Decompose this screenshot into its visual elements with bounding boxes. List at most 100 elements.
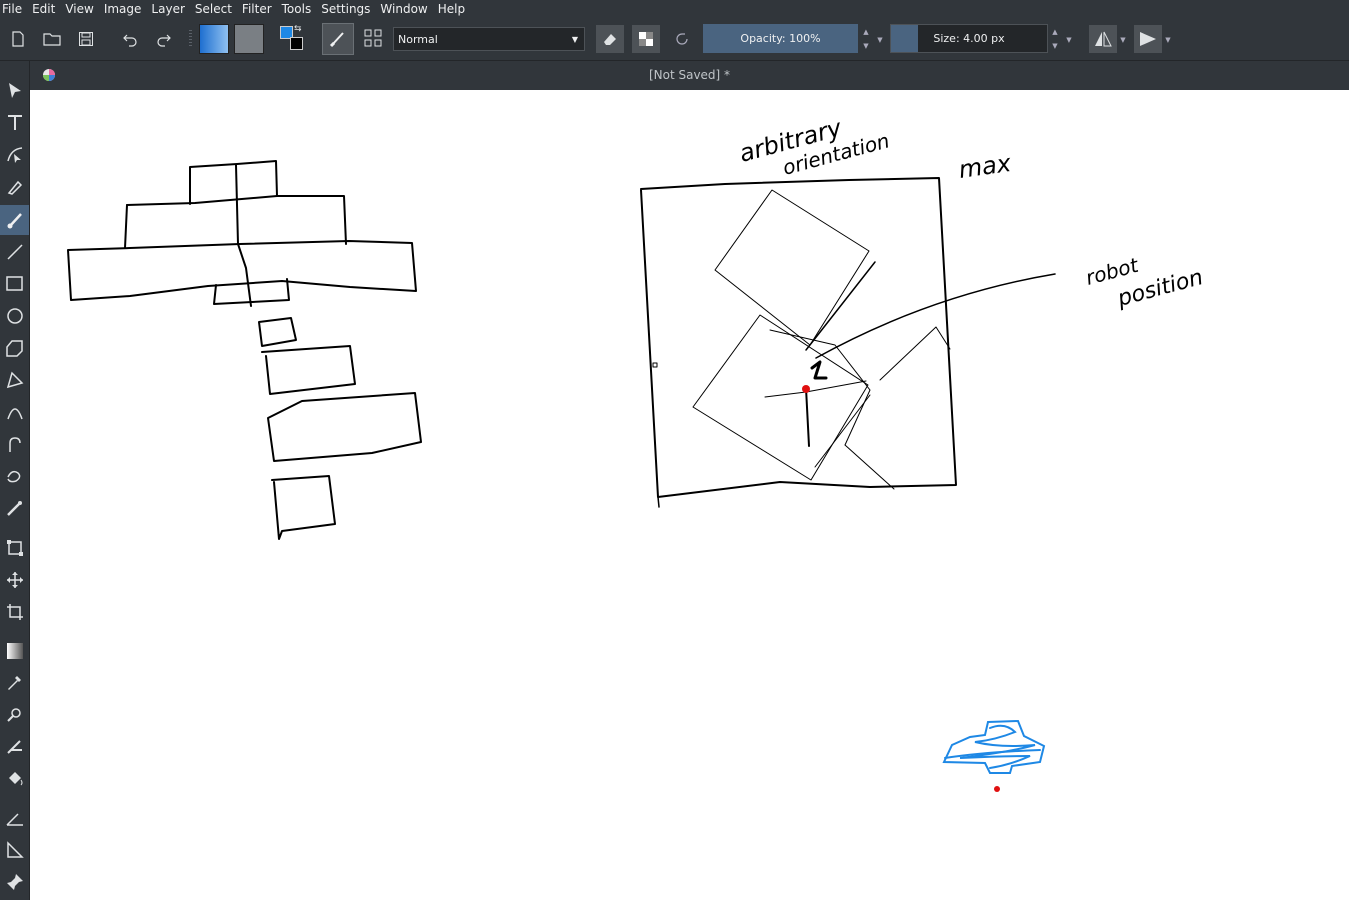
assistant-tool[interactable] [0,835,29,865]
chevron-down-icon: ▼ [571,34,578,44]
assistant-icon [6,841,24,858]
calligraphy-icon [7,180,22,195]
menu-file[interactable]: File [0,0,28,18]
mirror-vertical-chevron-icon[interactable]: ▼ [1164,36,1172,44]
brush-presets-button[interactable] [359,23,387,53]
text-icon [7,115,22,130]
swap-colors-icon[interactable]: ⇆ [294,24,302,34]
edit-shapes-tool[interactable] [0,139,29,169]
freehand-brush-icon [7,213,22,229]
multibrush-icon [6,501,22,516]
smart-patch-tool[interactable] [0,699,29,729]
save-button[interactable] [74,28,98,50]
opacity-slider[interactable]: Opacity: 100% [703,24,858,53]
blend-mode-select[interactable]: Normal ▼ [393,27,585,51]
text-tool[interactable] [0,107,29,137]
new-document-icon [12,31,24,47]
size-label: Size: 4.00 px [933,32,1005,45]
move-icon [6,572,23,588]
gradient-preset-button[interactable] [199,24,229,54]
main-toolbar: ⇆ Normal ▼ Opacity: 100% ▲ ▼ ▼ Size: 4.00… [0,18,1349,61]
redo-icon [157,34,171,47]
opacity-menu-chevron-icon[interactable]: ▼ [876,36,884,44]
robot-position-marker [802,385,810,393]
color-picker-tool[interactable] [0,667,29,697]
canvas-drawing: arbitrary orientation max robot position [67,113,1206,792]
drawing-canvas[interactable]: arbitrary orientation max robot position [30,90,1349,900]
measure-icon [5,813,23,826]
freehand-path-tool[interactable] [0,429,29,459]
polyline-tool[interactable] [0,365,29,395]
pin-tool[interactable] [0,867,29,897]
menu-tools[interactable]: Tools [278,0,318,18]
menu-window[interactable]: Window [376,0,433,18]
bucket-icon [8,772,22,786]
chevron-up-icon: ▲ [863,28,869,36]
rectangle-icon [5,276,23,291]
opacity-spinner[interactable]: ▲ ▼ [860,25,872,53]
freehand-brush-tool[interactable] [0,205,29,235]
menu-layer[interactable]: Layer [147,0,190,18]
undo-button[interactable] [118,28,142,50]
menu-view[interactable]: View [61,0,99,18]
calligraphy-tool[interactable] [0,171,29,201]
folder-icon [43,33,61,46]
mirror-vertical-icon [1140,32,1156,46]
menu-image[interactable]: Image [100,0,148,18]
color-picker-icon [7,676,21,690]
multibrush-tool[interactable] [0,493,29,523]
blue-scribble [942,719,1046,774]
eraser-icon [604,34,616,45]
select-shapes-tool[interactable] [0,75,29,105]
size-menu-chevron-icon[interactable]: ▼ [1065,36,1073,44]
brush-editor-button[interactable] [322,23,354,55]
menu-edit[interactable]: Edit [28,0,61,18]
background-color-swatch[interactable] [290,37,303,50]
size-slider[interactable]: Size: 4.00 px [890,24,1048,53]
gradient-tool[interactable] [0,636,29,666]
menu-settings[interactable]: Settings [317,0,376,18]
fill-tool[interactable] [0,731,29,761]
redo-button[interactable] [152,28,176,50]
rectangle-tool[interactable] [0,269,29,299]
measure-tool[interactable] [0,803,29,833]
freehand-path-icon [8,437,21,452]
edit-shapes-icon [6,147,22,163]
pattern-preset-button[interactable] [234,24,264,54]
mirror-horizontal-chevron-icon[interactable]: ▼ [1119,36,1127,44]
preserve-alpha-button[interactable] [632,25,660,53]
mirror-horizontal-icon [1095,31,1112,47]
bezier-tool[interactable] [0,397,29,427]
size-slider-fill [891,25,918,52]
ellipse-icon [6,308,23,324]
menu-filter[interactable]: Filter [238,0,278,18]
ellipse-tool[interactable] [0,301,29,331]
fill-icon [6,740,22,754]
red-dot-marker [994,786,1000,792]
polygon-tool[interactable] [0,333,29,363]
open-document-button[interactable] [40,28,64,50]
reference-tool[interactable] [0,763,29,793]
reload-preset-button[interactable] [668,25,696,53]
handwritten-annotations: arbitrary orientation max robot position [736,113,1205,312]
checkerboard-icon [639,32,653,46]
crop-tool[interactable] [0,597,29,627]
menu-select[interactable]: Select [191,0,238,18]
document-title[interactable]: [Not Saved] * [30,68,1349,82]
move-tool[interactable] [0,565,29,595]
color-swatches[interactable]: ⇆ [276,24,306,52]
menu-help[interactable]: Help [434,0,471,18]
dynamic-brush-tool[interactable] [0,461,29,491]
new-document-button[interactable] [6,28,30,50]
mirror-vertical-button[interactable] [1134,25,1162,53]
toolbar-grip[interactable] [189,30,192,48]
annotation-max: max [957,149,1013,184]
chevron-down-icon: ▼ [863,42,869,50]
line-tool[interactable] [0,237,29,267]
size-spinner[interactable]: ▲ ▼ [1049,25,1061,53]
refresh-icon [676,33,688,45]
transform-tool[interactable] [0,533,29,563]
chevron-up-icon: ▲ [1052,28,1058,36]
mirror-horizontal-button[interactable] [1089,25,1117,53]
eraser-mode-button[interactable] [596,25,624,53]
